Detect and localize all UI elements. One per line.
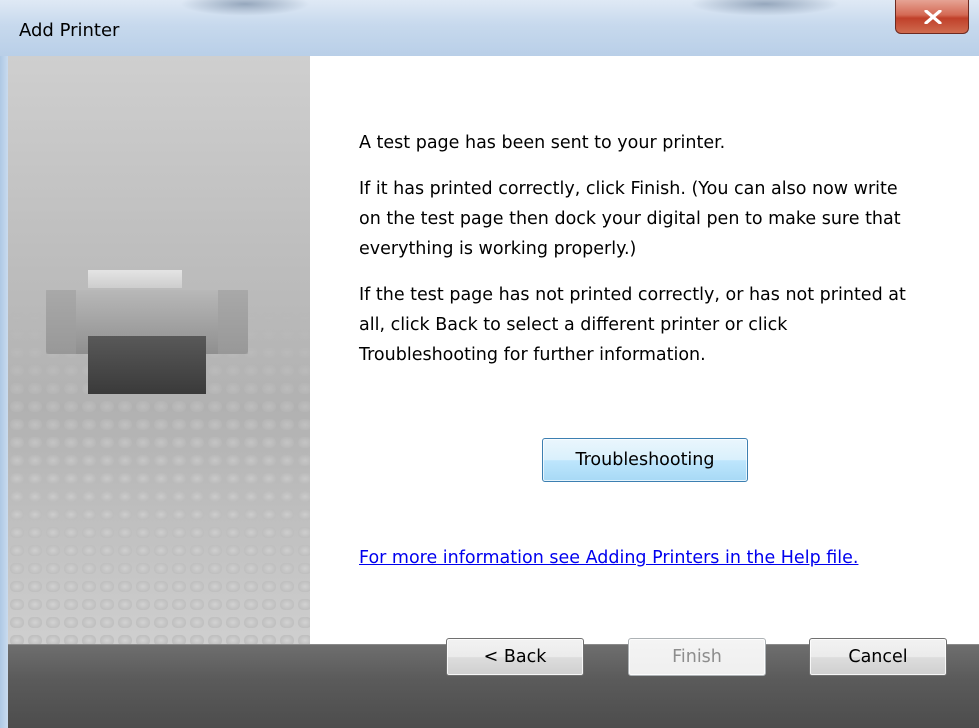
- help-link[interactable]: For more information see Adding Printers…: [359, 544, 939, 573]
- title-bar-glow: [180, 0, 310, 16]
- finish-button[interactable]: Finish: [628, 638, 766, 676]
- window-title: Add Printer: [19, 20, 120, 41]
- title-bar-glow: [690, 0, 840, 16]
- close-button[interactable]: [895, 0, 969, 34]
- wizard-text: A test page has been sent to your printe…: [359, 128, 919, 386]
- printer-icon: [8, 270, 310, 644]
- back-button[interactable]: < Back: [446, 638, 584, 676]
- cancel-button[interactable]: Cancel: [809, 638, 947, 676]
- wizard-side-art: [8, 56, 310, 644]
- wizard-content: A test page has been sent to your printe…: [8, 56, 979, 644]
- close-x-icon: [924, 10, 942, 24]
- title-bar[interactable]: Add Printer: [0, 0, 979, 56]
- status-message: A test page has been sent to your printe…: [359, 133, 726, 153]
- finish-instructions: If it has printed correctly, click Finis…: [359, 179, 901, 259]
- add-printer-window: Add Printer A test page has been sent to…: [0, 0, 979, 728]
- window-frame: [0, 56, 8, 728]
- troubleshoot-instructions: If the test page has not printed correct…: [359, 285, 906, 365]
- troubleshooting-button[interactable]: Troubleshooting: [542, 438, 748, 482]
